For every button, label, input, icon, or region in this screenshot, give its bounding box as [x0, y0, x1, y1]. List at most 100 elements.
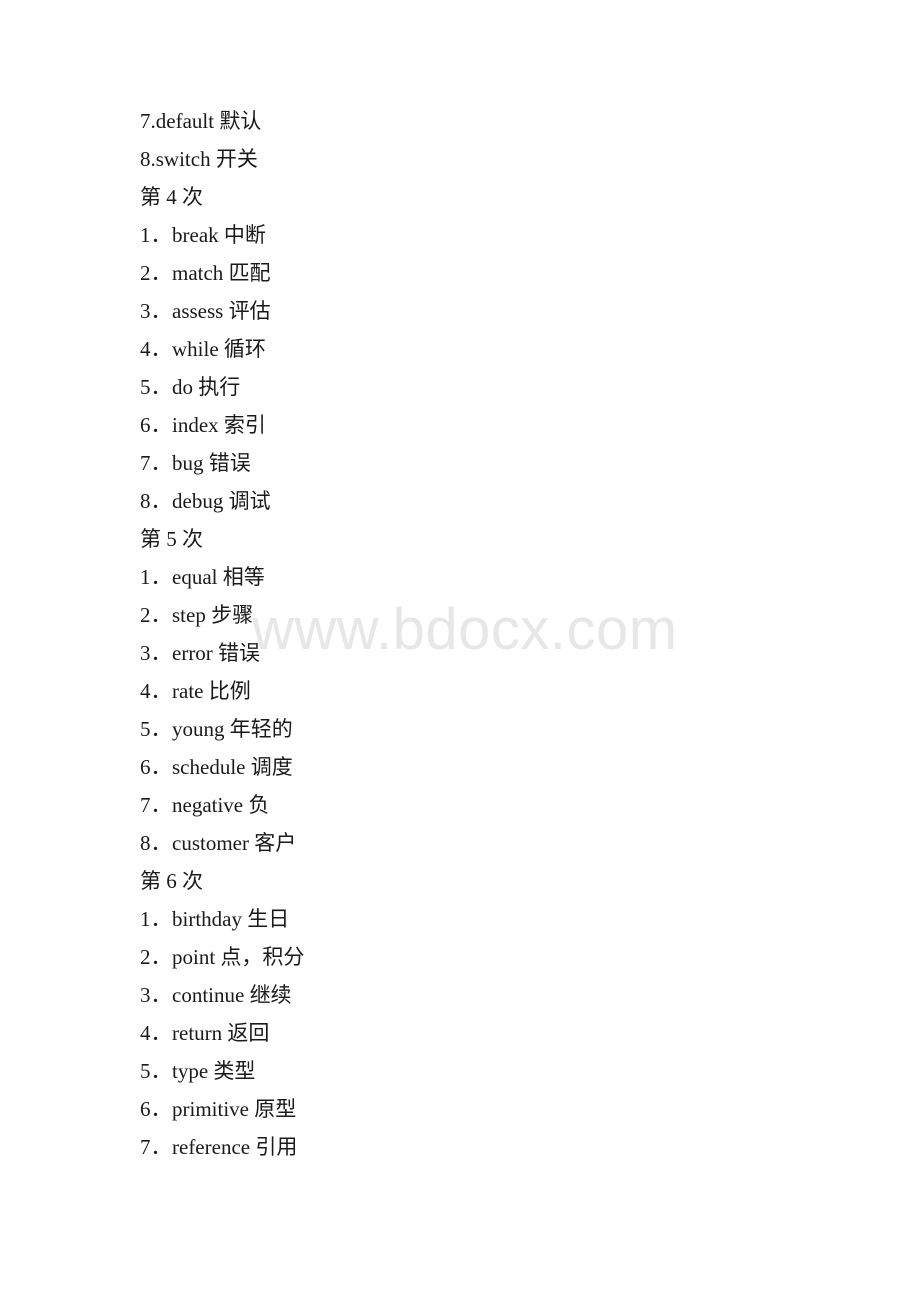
entry-gloss: 年轻的: [229, 717, 293, 741]
entry-number: 8.: [140, 147, 156, 171]
entry-number: 5．: [140, 375, 172, 399]
document-body: 7.default 默认 8.switch 开关第 4 次 1．break 中断 2．…: [0, 0, 920, 1166]
entry-number: 6．: [140, 755, 172, 779]
vocabulary-entry: 6．primitive 原型: [0, 1090, 920, 1128]
entry-number: 2．: [140, 603, 172, 627]
entry-number: 7．: [140, 793, 172, 817]
entry-gloss: 点，积分: [220, 945, 305, 969]
entry-term: rate: [172, 679, 204, 703]
entry-number: 7．: [140, 1135, 172, 1159]
entry-gloss: 调度: [250, 755, 293, 779]
vocabulary-entry: 1．equal 相等: [0, 558, 920, 596]
entry-term: match: [172, 261, 224, 285]
entry-number: 4．: [140, 337, 172, 361]
vocabulary-entry: 2．step 步骤: [0, 596, 920, 634]
entry-number: 5．: [140, 1059, 172, 1083]
entry-number: 6．: [140, 413, 172, 437]
vocabulary-entry: 7．bug 错误: [0, 444, 920, 482]
vocabulary-entry: 6．schedule 调度: [0, 748, 920, 786]
entry-number: 3．: [140, 983, 172, 1007]
vocabulary-entry: 4．rate 比例: [0, 672, 920, 710]
entry-term: assess: [172, 299, 224, 323]
entry-gloss: 错误: [218, 641, 261, 665]
entry-gloss: 相等: [222, 565, 265, 589]
entry-number: 7．: [140, 451, 172, 475]
vocabulary-entry: 5．type 类型: [0, 1052, 920, 1090]
entry-number: 2．: [140, 261, 172, 285]
entry-term: default: [155, 109, 215, 133]
entry-term: equal: [172, 565, 218, 589]
entry-term: birthday: [172, 907, 242, 931]
entry-gloss: 继续: [249, 983, 292, 1007]
entry-number: 3．: [140, 641, 172, 665]
entry-number: 1．: [140, 565, 172, 589]
vocabulary-entry: 6．index 索引: [0, 406, 920, 444]
entry-number: 5．: [140, 717, 172, 741]
vocabulary-entry: 1．break 中断: [0, 216, 920, 254]
entry-number: 7.: [140, 109, 156, 133]
entry-gloss: 中断: [223, 223, 266, 247]
vocabulary-entry: 2．match 匹配: [0, 254, 920, 292]
vocabulary-entry: 8.switch 开关: [0, 140, 920, 178]
vocabulary-entry: 8．debug 调试: [0, 482, 920, 520]
entry-term: schedule: [172, 755, 246, 779]
entry-term: debug: [172, 489, 224, 513]
entry-term: do: [172, 375, 193, 399]
entry-gloss: 执行: [198, 375, 241, 399]
entry-gloss: 负: [248, 793, 270, 817]
entry-term: switch: [155, 147, 211, 171]
entry-term: young: [172, 717, 225, 741]
entry-gloss: 比例: [208, 679, 251, 703]
entry-gloss: 步骤: [211, 603, 254, 627]
vocabulary-entry: 4．return 返回: [0, 1014, 920, 1052]
entry-number: 6．: [140, 1097, 172, 1121]
entry-number: 4．: [140, 679, 172, 703]
section-heading-text: 第 5 次: [140, 527, 203, 551]
vocabulary-entry: 7．reference 引用: [0, 1128, 920, 1166]
vocabulary-entry: 3．error 错误: [0, 634, 920, 672]
entry-gloss: 引用: [255, 1135, 298, 1159]
vocabulary-entry: 1．birthday 生日: [0, 900, 920, 938]
section-heading: 第 4 次: [0, 178, 920, 216]
entry-gloss: 匹配: [228, 261, 271, 285]
vocabulary-entry: 8．customer 客户: [0, 824, 920, 862]
vocabulary-entry: 2．point 点，积分: [0, 938, 920, 976]
entry-number: 3．: [140, 299, 172, 323]
entry-gloss: 类型: [213, 1059, 256, 1083]
entry-term: reference: [172, 1135, 251, 1159]
entry-term: primitive: [172, 1097, 249, 1121]
vocabulary-entry: 3．continue 继续: [0, 976, 920, 1014]
entry-gloss: 客户: [254, 831, 297, 855]
entry-gloss: 索引: [223, 413, 266, 437]
entry-number: 4．: [140, 1021, 172, 1045]
section-heading: 第 5 次: [0, 520, 920, 558]
vocabulary-entry: 4．while 循环: [0, 330, 920, 368]
section-heading-text: 第 6 次: [140, 869, 203, 893]
entry-number: 2．: [140, 945, 172, 969]
vocabulary-entry: 5．young 年轻的: [0, 710, 920, 748]
entry-number: 1．: [140, 223, 172, 247]
entry-term: step: [172, 603, 206, 627]
vocabulary-entry: 5．do 执行: [0, 368, 920, 406]
entry-term: error: [172, 641, 213, 665]
entry-term: negative: [172, 793, 244, 817]
entry-gloss: 循环: [223, 337, 266, 361]
entry-term: point: [172, 945, 216, 969]
vocabulary-entry: 3．assess 评估: [0, 292, 920, 330]
vocabulary-entry: 7．negative 负: [0, 786, 920, 824]
entry-gloss: 调试: [228, 489, 271, 513]
entry-gloss: 生日: [247, 907, 290, 931]
entry-term: break: [172, 223, 219, 247]
entry-term: index: [172, 413, 219, 437]
entry-number: 8．: [140, 489, 172, 513]
vocabulary-entry: 7.default 默认: [0, 102, 920, 140]
entry-gloss: 默认: [219, 109, 262, 133]
entry-gloss: 返回: [227, 1021, 270, 1045]
entry-term: return: [172, 1021, 223, 1045]
entry-number: 1．: [140, 907, 172, 931]
entry-number: 8．: [140, 831, 172, 855]
section-heading: 第 6 次: [0, 862, 920, 900]
entry-term: bug: [172, 451, 204, 475]
entry-term: customer: [172, 831, 249, 855]
entry-gloss: 评估: [228, 299, 271, 323]
